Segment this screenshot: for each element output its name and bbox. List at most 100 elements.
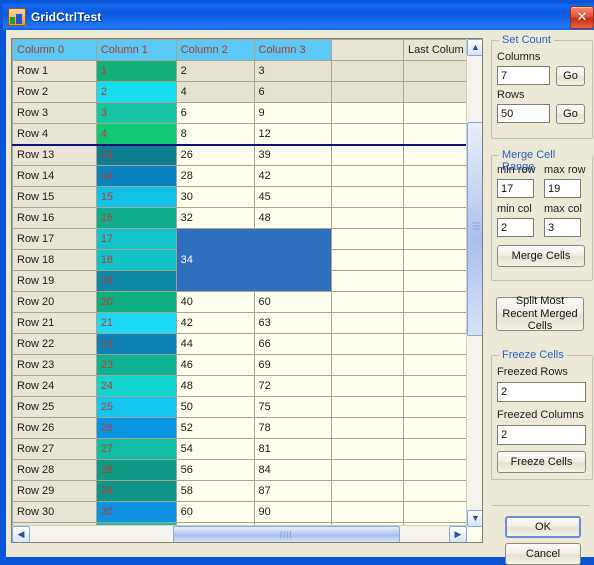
- scroll-left-icon[interactable]: ◀: [12, 526, 30, 542]
- table-row[interactable]: Row 29 29 58 87: [12, 480, 468, 502]
- table-row[interactable]: Row 1123: [12, 60, 468, 82]
- row-header[interactable]: Row 1: [12, 60, 97, 82]
- grid-cell-col5[interactable]: [402, 81, 468, 103]
- merged-cell[interactable]: 34: [175, 228, 333, 292]
- grid-cell-col5[interactable]: [402, 333, 468, 355]
- column-header-last[interactable]: Last Colum: [402, 39, 468, 61]
- rows-input[interactable]: 50: [497, 104, 550, 123]
- grid-cell-col2[interactable]: 30: [175, 186, 255, 208]
- grid-cell-col1[interactable]: 21: [95, 312, 177, 334]
- grid-cell-col3[interactable]: 9: [253, 102, 333, 124]
- grid-cell-col3[interactable]: 84: [253, 459, 333, 481]
- row-header[interactable]: Row 22: [12, 333, 97, 355]
- table-row[interactable]: Row 3369: [12, 102, 468, 124]
- freezed-columns-input[interactable]: 2: [497, 425, 586, 445]
- grid-cell-col1[interactable]: 22: [95, 333, 177, 355]
- grid-cell-col2[interactable]: 60: [175, 501, 255, 523]
- grid-cell-col1[interactable]: 28: [95, 459, 177, 481]
- table-row[interactable]: Row 22 22 44 66: [12, 333, 468, 355]
- column-header-3[interactable]: Column 3: [253, 39, 333, 61]
- grid-cell-col5[interactable]: [402, 375, 468, 397]
- grid-cell-col4[interactable]: [331, 459, 404, 481]
- grid-cell-col1[interactable]: 26: [95, 417, 177, 439]
- row-header[interactable]: Row 13: [12, 144, 97, 166]
- grid-cell-col4[interactable]: [331, 333, 404, 355]
- grid-cell-col4[interactable]: [331, 249, 404, 271]
- freezed-rows-input[interactable]: 2: [497, 382, 586, 402]
- table-row[interactable]: Row 14 14 28 42: [12, 165, 468, 187]
- grid-cell-col1[interactable]: 20: [95, 291, 177, 313]
- grid-cell-col3[interactable]: 48: [253, 207, 333, 229]
- grid-cell-col2[interactable]: 26: [175, 144, 255, 166]
- row-header[interactable]: Row 30: [12, 501, 97, 523]
- rows-go-button[interactable]: Go: [556, 104, 585, 124]
- max-col-input[interactable]: 3: [544, 218, 581, 237]
- grid-cell-col4[interactable]: [331, 102, 404, 124]
- grid-cell-col4[interactable]: [331, 375, 404, 397]
- grid-cell-col4[interactable]: [331, 291, 404, 313]
- grid-cell-col2[interactable]: 2: [175, 60, 255, 82]
- grid-cell-col4[interactable]: [331, 60, 404, 82]
- grid-cell-col5[interactable]: [402, 354, 468, 376]
- grid-cell-col2[interactable]: 52: [175, 417, 255, 439]
- grid-cell-col4[interactable]: [331, 396, 404, 418]
- table-row[interactable]: Row 20 20 40 60: [12, 291, 468, 313]
- grid-cell-col3[interactable]: 72: [253, 375, 333, 397]
- grid-control[interactable]: Column 0 Column 1 Column 2 Column 3 Last…: [11, 38, 483, 543]
- grid-cell-col3[interactable]: 42: [253, 165, 333, 187]
- grid-cell-col3[interactable]: 75: [253, 396, 333, 418]
- freeze-cells-button[interactable]: Freeze Cells: [497, 451, 586, 473]
- grid-cell-col3[interactable]: 45: [253, 186, 333, 208]
- grid-cell-col3[interactable]: 39: [253, 144, 333, 166]
- row-header[interactable]: Row 3: [12, 102, 97, 124]
- grid-cell-col4[interactable]: [331, 417, 404, 439]
- grid-cell-col2[interactable]: 56: [175, 459, 255, 481]
- scroll-up-icon[interactable]: ▲: [467, 39, 482, 56]
- grid-cell-col1[interactable]: 17: [95, 228, 177, 250]
- grid-cell-col5[interactable]: [402, 438, 468, 460]
- max-row-input[interactable]: 19: [544, 179, 581, 198]
- row-header[interactable]: Row 26: [12, 417, 97, 439]
- grid-cell-col4[interactable]: [331, 207, 404, 229]
- column-header-0[interactable]: Column 0: [12, 39, 97, 61]
- grid-vertical-scrollbar[interactable]: ▲ ||| ▼: [466, 39, 482, 527]
- cancel-button[interactable]: Cancel: [505, 543, 581, 565]
- grid-cell-col3[interactable]: 66: [253, 333, 333, 355]
- row-header[interactable]: Row 25: [12, 396, 97, 418]
- grid-cell-col5[interactable]: [402, 249, 468, 271]
- grid-cell-col2[interactable]: 48: [175, 375, 255, 397]
- scroll-right-icon[interactable]: ▶: [449, 526, 467, 542]
- min-col-input[interactable]: 2: [497, 218, 534, 237]
- grid-cell-col3[interactable]: 63: [253, 312, 333, 334]
- row-header[interactable]: Row 4: [12, 123, 97, 146]
- grid-cell-col3[interactable]: 12: [253, 123, 333, 146]
- grid-cell-col2[interactable]: 50: [175, 396, 255, 418]
- row-header[interactable]: Row 19: [12, 270, 97, 292]
- row-header[interactable]: Row 17: [12, 228, 97, 250]
- grid-cell-col5[interactable]: [402, 228, 468, 250]
- grid-cell-col3[interactable]: 69: [253, 354, 333, 376]
- vertical-scroll-thumb[interactable]: |||: [467, 122, 482, 336]
- columns-go-button[interactable]: Go: [556, 66, 585, 86]
- table-row[interactable]: Row 23 23 46 69: [12, 354, 468, 376]
- row-header[interactable]: Row 16: [12, 207, 97, 229]
- scroll-down-icon[interactable]: ▼: [467, 510, 482, 527]
- row-header[interactable]: Row 27: [12, 438, 97, 460]
- grid-cell-col5[interactable]: [402, 60, 468, 82]
- column-header-1[interactable]: Column 1: [95, 39, 177, 61]
- grid-cell-col1[interactable]: 27: [95, 438, 177, 460]
- grid-cell-col3[interactable]: 78: [253, 417, 333, 439]
- ok-button[interactable]: OK: [505, 516, 581, 538]
- grid-cell-col1[interactable]: 29: [95, 480, 177, 502]
- grid-cell-col5[interactable]: [402, 417, 468, 439]
- grid-cell-col4[interactable]: [331, 501, 404, 523]
- horizontal-scroll-thumb[interactable]: ||||: [173, 526, 400, 542]
- grid-cell-col4[interactable]: [331, 81, 404, 103]
- table-row[interactable]: Row 25 25 50 75: [12, 396, 468, 418]
- row-header[interactable]: Row 2: [12, 81, 97, 103]
- close-icon[interactable]: ✕: [570, 6, 594, 29]
- table-row[interactable]: Row 16 16 32 48: [12, 207, 468, 229]
- table-row[interactable]: Row 27 27 54 81: [12, 438, 468, 460]
- row-header[interactable]: Row 24: [12, 375, 97, 397]
- table-row[interactable]: Row 4 4 8 12: [12, 123, 468, 146]
